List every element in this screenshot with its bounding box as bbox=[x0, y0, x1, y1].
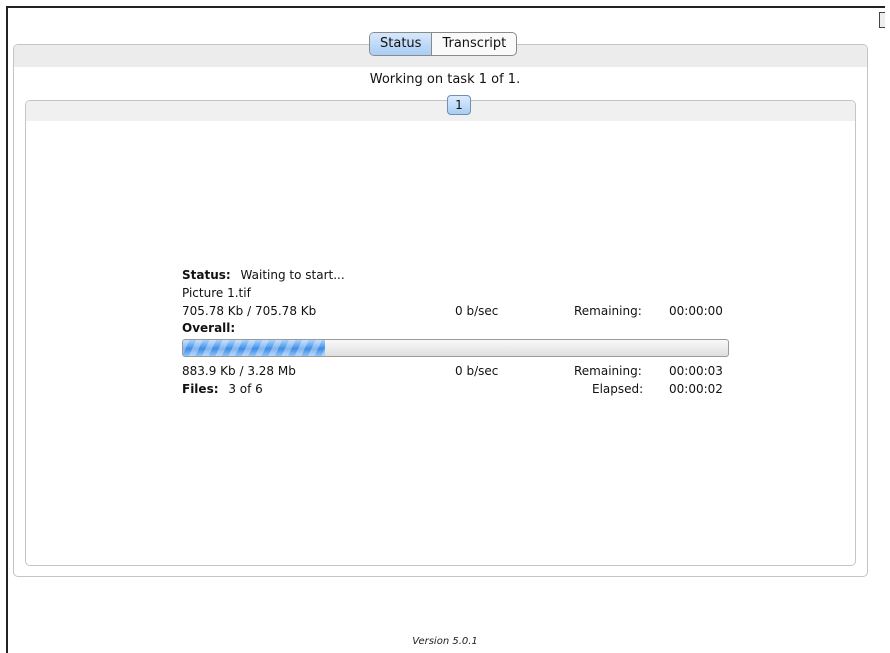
version-label: Version 5.0.1 bbox=[412, 636, 478, 647]
current-file-name: Picture 1.tif bbox=[182, 286, 251, 300]
task-tab-1[interactable]: 1 bbox=[447, 95, 471, 115]
status-value: Waiting to start... bbox=[240, 268, 345, 282]
overall-size: 883.9 Kb / 3.28 Mb bbox=[182, 364, 296, 378]
elapsed-label: Elapsed: bbox=[592, 382, 644, 396]
tab-transcript[interactable]: Transcript bbox=[432, 33, 516, 55]
files-value: 3 of 6 bbox=[228, 382, 263, 396]
overall-label: Overall: bbox=[182, 321, 236, 335]
current-file-remaining-value: 00:00:00 bbox=[669, 304, 723, 318]
tab-bar: Status Transcript bbox=[369, 32, 518, 56]
overall-remaining-label: Remaining: bbox=[574, 364, 642, 378]
overall-progress-fill bbox=[183, 340, 325, 356]
overall-remaining-value: 00:00:03 bbox=[669, 364, 723, 378]
resize-handle[interactable] bbox=[879, 12, 885, 28]
current-file-remaining-label: Remaining: bbox=[574, 304, 642, 318]
tab-status[interactable]: Status bbox=[370, 33, 433, 55]
elapsed-value: 00:00:02 bbox=[669, 382, 723, 396]
task-panel-header bbox=[26, 101, 855, 121]
files-label: Files: bbox=[182, 382, 219, 396]
task-panel bbox=[25, 100, 856, 566]
current-file-size: 705.78 Kb / 705.78 Kb bbox=[182, 304, 317, 318]
current-file-rate: 0 b/sec bbox=[455, 304, 499, 318]
files-row: Files: 3 of 6 bbox=[182, 382, 263, 397]
status-row: Status: Waiting to start... bbox=[182, 268, 345, 283]
status-label: Status: bbox=[182, 268, 231, 282]
overall-rate: 0 b/sec bbox=[455, 364, 499, 378]
overall-progress-bar bbox=[182, 339, 729, 357]
working-status-text: Working on task 1 of 1. bbox=[369, 72, 521, 87]
